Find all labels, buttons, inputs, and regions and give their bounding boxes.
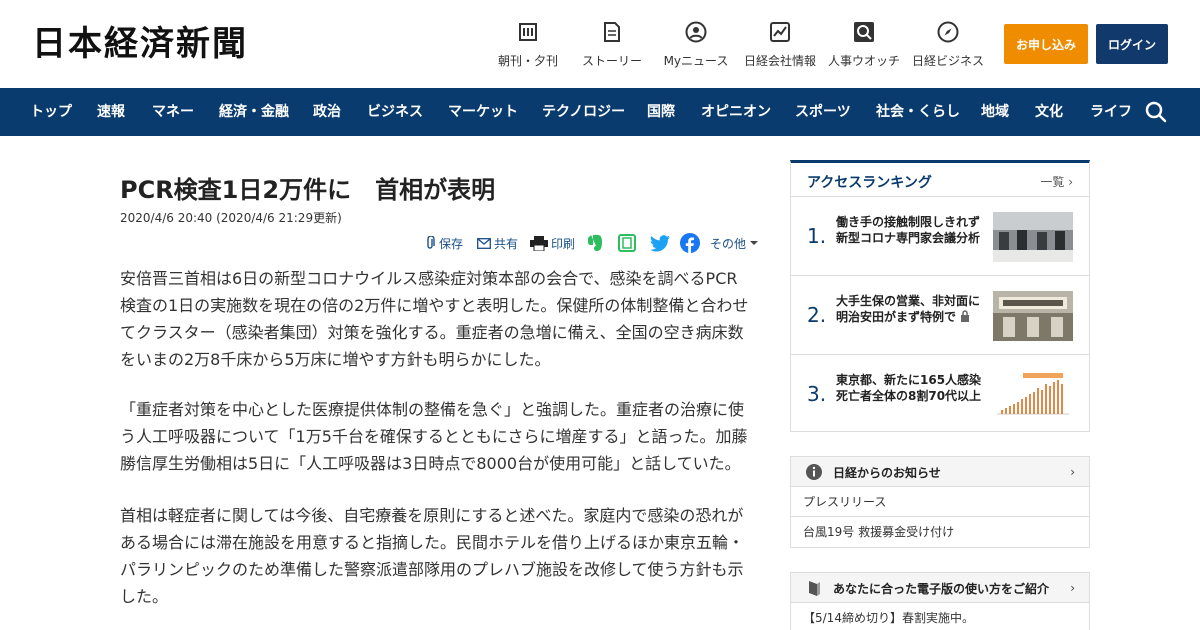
search-icon[interactable] (1144, 100, 1168, 124)
save-label: 保存 (439, 236, 464, 251)
nav-paper[interactable]: 朝刊・夕刊 (497, 20, 559, 69)
note-icon (618, 234, 636, 252)
evernote-button[interactable] (587, 233, 603, 253)
nav-item-region[interactable]: 地域 (981, 88, 1009, 136)
ranking-headline: 大手生保の営業、非対面に 明治安田がまず特例で (836, 293, 992, 325)
site-header: 日本経済新聞 朝刊・夕刊 ストーリー Myニュース 日経会社情報 人事ウオッチ (0, 0, 1200, 88)
nav-business[interactable]: 日経ビジネス (911, 20, 985, 69)
nav-mynews-label: Myニュース (663, 54, 729, 68)
printer-icon (530, 235, 548, 251)
evernote-icon (588, 235, 602, 251)
nav-item-breaking[interactable]: 速報 (97, 88, 125, 136)
more-label: その他 (710, 236, 747, 251)
facebook-button[interactable] (680, 233, 700, 253)
caret-down-icon (750, 241, 759, 245)
chart-icon (768, 20, 792, 44)
chevron-right-icon: › (1070, 581, 1075, 595)
nav-company[interactable]: 日経会社情報 (743, 20, 817, 69)
access-ranking: アクセスランキング 一覧 › 1. 働き手の接触制限しきれず 新型コロナ専門家会… (790, 160, 1090, 432)
ranking-item[interactable]: 1. 働き手の接触制限しきれず 新型コロナ専門家会議分析 (791, 198, 1089, 276)
print-button[interactable]: 印刷 (530, 233, 575, 253)
info-icon (806, 464, 822, 480)
nav-item-culture[interactable]: 文化 (1035, 88, 1063, 136)
notice-header[interactable]: 日経からのお知らせ › (791, 457, 1089, 487)
ranking-more-link[interactable]: 一覧 › (1040, 173, 1073, 190)
nav-item-life[interactable]: ライフ (1090, 88, 1132, 136)
story-icon (600, 20, 624, 44)
nav-personnel-label: 人事ウオッチ (827, 54, 900, 68)
newspaper-icon (516, 20, 540, 44)
nav-story-label: ストーリー (581, 54, 642, 68)
guide-icon (809, 581, 820, 596)
nav-mynews[interactable]: Myニュース (663, 20, 729, 69)
ranking-thumbnail (993, 291, 1073, 341)
chevron-right-icon: › (1068, 175, 1073, 189)
ranking-header: アクセスランキング 一覧 › (791, 163, 1089, 197)
article-toolbar: 保存 共有 印刷 その他 (0, 233, 760, 253)
nav-business-label: 日経ビジネス (911, 54, 984, 68)
article-paragraph: 首相は軽症者に関しては今後、自宅療養を原則にすると述べた。家庭内で感染の恐れがあ… (120, 506, 745, 606)
nav-story[interactable]: ストーリー (581, 20, 643, 69)
notice-title: 日経からのお知らせ (833, 466, 941, 480)
ranking-more-label: 一覧 (1040, 175, 1065, 189)
nav-item-economy[interactable]: 経済・金融 (219, 88, 289, 136)
twitter-button[interactable] (650, 233, 670, 253)
nav-item-sports[interactable]: スポーツ (795, 88, 851, 136)
ranking-headline: 東京都、新たに165人感染 死亡者全体の8割70代以上 (836, 373, 994, 403)
article-paragraph: 安倍晋三首相は6日の新型コロナウイルス感染症対策本部の会合で、感染を調べるPCR… (120, 269, 749, 369)
user-icon (684, 20, 708, 44)
nav-item-business[interactable]: ビジネス (367, 88, 423, 136)
search-person-icon (852, 20, 876, 44)
compass-icon (936, 20, 960, 44)
apply-button[interactable]: お申し込み (1004, 24, 1088, 64)
nav-paper-label: 朝刊・夕刊 (497, 54, 558, 68)
nav-item-society[interactable]: 社会・くらし (876, 88, 960, 136)
article-date: 2020/4/6 20:40 (2020/4/6 21:29更新) (120, 211, 342, 225)
ranking-number: 3. (807, 382, 827, 406)
twitter-icon (650, 234, 670, 251)
clip-note-button[interactable] (618, 233, 636, 253)
guide-box: あなたに合った電子版の使い方をご紹介 › 【5/14締め切り】春割実施中。 (790, 572, 1090, 630)
more-button[interactable]: その他 (710, 233, 759, 253)
main-nav: トップ 速報 マネー 経済・金融 政治 ビジネス マーケット テクノロジー 国際… (0, 88, 1200, 136)
ranking-thumbnail (993, 370, 1073, 420)
nav-item-money[interactable]: マネー (152, 88, 194, 136)
guide-title: あなたに合った電子版の使い方をご紹介 (833, 582, 1050, 596)
mail-icon (477, 237, 491, 249)
guide-row[interactable]: 【5/14締め切り】春割実施中。 (791, 603, 1089, 630)
notice-box: 日経からのお知らせ › プレスリリース 台風19号 救援募金受け付け (790, 456, 1090, 548)
login-button[interactable]: ログイン (1096, 24, 1168, 64)
notice-row[interactable]: 台風19号 救援募金受け付け (791, 517, 1089, 547)
guide-header[interactable]: あなたに合った電子版の使い方をご紹介 › (791, 573, 1089, 603)
share-label: 共有 (494, 236, 519, 251)
facebook-icon (680, 233, 700, 253)
ranking-item[interactable]: 3. 東京都、新たに165人感染 死亡者全体の8割70代以上 (791, 356, 1089, 434)
save-button[interactable]: 保存 (424, 233, 463, 253)
ranking-item[interactable]: 2. 大手生保の営業、非対面に 明治安田がまず特例で (791, 277, 1089, 355)
chevron-right-icon: › (1070, 465, 1075, 479)
ranking-thumbnail (993, 212, 1073, 262)
lock-icon (961, 310, 970, 322)
ranking-headline: 働き手の接触制限しきれず 新型コロナ専門家会議分析 (836, 215, 993, 245)
ranking-number: 2. (807, 303, 827, 327)
nav-item-technology[interactable]: テクノロジー (542, 88, 625, 136)
clip-icon (427, 236, 435, 249)
article-paragraph: 「重症者対策を中心とした医療提供体制の整備を急ぐ」と強調した。重症者の治療に使う… (120, 400, 748, 473)
nav-company-label: 日経会社情報 (743, 54, 816, 68)
nav-item-politics[interactable]: 政治 (313, 88, 341, 136)
nav-item-market[interactable]: マーケット (448, 88, 518, 136)
nav-item-top[interactable]: トップ (30, 88, 72, 136)
ranking-title: アクセスランキング (807, 175, 932, 191)
site-logo[interactable]: 日本経済新聞 (32, 24, 248, 64)
article-title: PCR検査1日2万件に 首相が表明 (120, 176, 496, 204)
notice-row[interactable]: プレスリリース (791, 487, 1089, 517)
nav-item-opinion[interactable]: オピニオン (701, 88, 771, 136)
nav-personnel[interactable]: 人事ウオッチ (827, 20, 901, 69)
ranking-number: 1. (807, 224, 827, 248)
nav-item-international[interactable]: 国際 (647, 88, 675, 136)
print-label: 印刷 (551, 236, 576, 251)
share-button[interactable]: 共有 (477, 233, 518, 253)
